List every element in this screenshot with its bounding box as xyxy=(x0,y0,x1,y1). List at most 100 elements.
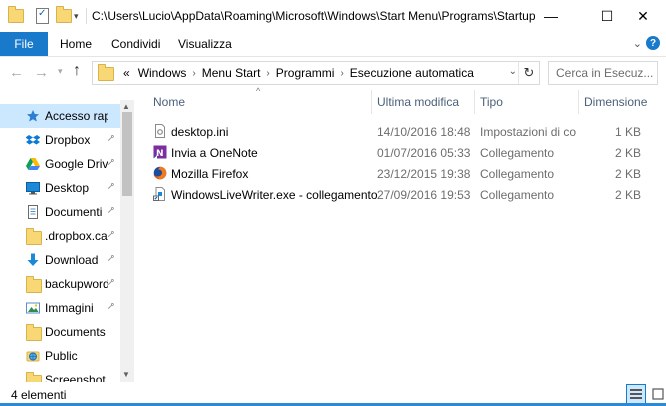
breadcrumb-separator-icon[interactable]: › xyxy=(340,68,343,79)
sidebar-item-label: Immagini xyxy=(45,301,94,315)
forward-arrow-icon[interactable]: → xyxy=(34,64,49,81)
file-modified: 01/07/2016 05:33 xyxy=(377,146,471,160)
file-row[interactable]: WindowsLiveWriter.exe - collegamento 27/0… xyxy=(150,184,646,205)
breadcrumb-esecuzione-automatica[interactable]: Esecuzione automatica xyxy=(350,66,474,80)
desktop-icon xyxy=(26,181,40,195)
download-icon xyxy=(26,253,40,267)
sidebar-item-label: backupwordp xyxy=(45,277,108,291)
sidebar-item[interactable]: Download ⊸ xyxy=(0,248,120,272)
file-name: Invia a OneNote xyxy=(171,146,258,160)
sidebar-scroll-thumb[interactable] xyxy=(122,112,132,196)
sidebar-item-label: Screenshot xyxy=(45,373,106,382)
tab-visualizza[interactable]: Visualizza xyxy=(178,32,232,56)
onenote-icon: N xyxy=(153,145,167,159)
search-placeholder: Cerca in Esecuz... xyxy=(556,66,654,80)
minimize-button[interactable]: — xyxy=(528,0,574,32)
close-button[interactable]: ✕ xyxy=(620,0,666,32)
sidebar-item[interactable]: Dropbox ⊸ xyxy=(0,128,120,152)
file-row[interactable]: desktop.ini 14/10/2016 18:48 Impostazioni … xyxy=(150,121,646,142)
file-type: Collegamento xyxy=(480,188,555,202)
documents-icon xyxy=(26,205,40,219)
folder-icon xyxy=(26,276,42,293)
window-title: C:\Users\Lucio\AppData\Roaming\Microsoft… xyxy=(92,9,536,23)
svg-text:N: N xyxy=(156,149,164,159)
sidebar-item-label: Google Drive xyxy=(45,157,108,171)
column-type[interactable]: Tipo xyxy=(480,95,503,113)
recent-locations-icon[interactable]: ▾ xyxy=(58,66,63,77)
sidebar-item[interactable]: Documenti ⊸ xyxy=(0,200,120,224)
customize-toolbar-icon[interactable]: ▾ xyxy=(74,6,79,26)
sidebar-item-label: Documenti xyxy=(45,205,103,219)
breadcrumb-programmi[interactable]: Programmi xyxy=(276,66,335,80)
file-size: 2 KB xyxy=(614,146,641,160)
window-folder-icon xyxy=(8,6,24,26)
column-modified[interactable]: Ultima modifica xyxy=(377,95,459,113)
file-size: 1 KB xyxy=(614,125,641,139)
folder-icon xyxy=(26,372,42,382)
expand-ribbon-icon[interactable]: ⌄ xyxy=(633,37,642,50)
search-input[interactable]: Cerca in Esecuz... xyxy=(548,61,658,85)
sidebar-item[interactable]: backupwordp⊸ xyxy=(0,272,120,296)
firefox-icon xyxy=(153,166,167,180)
settings-file-icon xyxy=(153,124,167,138)
titlebar-divider xyxy=(86,8,87,24)
help-icon[interactable]: ? xyxy=(646,36,660,50)
column-divider[interactable] xyxy=(371,90,372,114)
sidebar-item-label: Documents xyxy=(45,325,106,339)
dropbox-icon xyxy=(25,133,41,147)
folder-icon xyxy=(26,324,42,341)
folder-icon xyxy=(26,228,42,245)
breadcrumb-overflow[interactable]: « xyxy=(123,66,130,80)
large-icons-view-icon xyxy=(652,388,664,400)
breadcrumb-menu-start[interactable]: Menu Start xyxy=(202,66,261,80)
up-arrow-icon[interactable]: ↑ xyxy=(73,62,81,80)
sidebar-item[interactable]: Accesso rapido xyxy=(0,104,120,128)
file-modified: 23/12/2015 19:38 xyxy=(377,167,471,181)
column-size[interactable]: Dimensione xyxy=(584,95,647,113)
properties-icon[interactable] xyxy=(36,6,49,26)
sidebar-item[interactable]: Google Drive⊸ xyxy=(0,152,120,176)
item-count: 4 elementi xyxy=(11,388,67,402)
file-name: WindowsLiveWriter.exe - collegamento xyxy=(171,188,378,202)
tab-condividi[interactable]: Condividi xyxy=(111,32,160,56)
details-view-button[interactable] xyxy=(626,384,646,404)
sidebar-item-label: .dropbox.cach xyxy=(45,229,108,243)
breadcrumb-separator-icon[interactable]: › xyxy=(266,68,269,79)
large-icons-view-button[interactable] xyxy=(648,384,666,404)
file-type: Collegamento xyxy=(480,167,555,181)
back-arrow-icon[interactable]: ← xyxy=(9,64,24,81)
address-bar[interactable]: « Windows › Menu Start › Programmi › Ese… xyxy=(92,61,540,85)
address-history-icon[interactable]: ⌄ xyxy=(509,66,517,77)
sidebar-item[interactable]: Desktop ⊸ xyxy=(0,176,120,200)
file-row[interactable]: Mozilla Firefox 23/12/2015 19:38 Collegame… xyxy=(150,163,646,184)
sidebar-item[interactable]: Public xyxy=(0,344,120,368)
column-divider[interactable] xyxy=(578,90,579,114)
breadcrumb-separator-icon[interactable]: › xyxy=(192,68,195,79)
scroll-down-icon[interactable]: ▼ xyxy=(122,370,130,379)
sidebar-item[interactable]: .dropbox.cach⊸ xyxy=(0,224,120,248)
file-type: Collegamento xyxy=(480,146,555,160)
file-modified: 14/10/2016 18:48 xyxy=(377,125,471,139)
file-modified: 27/09/2016 19:53 xyxy=(377,188,471,202)
address-folder-icon xyxy=(98,64,114,81)
column-name[interactable]: Nome xyxy=(153,95,185,113)
sidebar-item[interactable]: Documents xyxy=(0,320,120,344)
file-name: Mozilla Firefox xyxy=(171,167,249,181)
column-divider[interactable] xyxy=(474,90,475,114)
tab-home[interactable]: Home xyxy=(60,32,92,56)
file-row[interactable]: N Invia a OneNote 01/07/2016 05:33 Collegam… xyxy=(150,142,646,163)
navigation-pane: Accesso rapidoDropbox⊸Google Drive⊸Deskt… xyxy=(0,100,120,382)
sidebar-item[interactable]: Immagini ⊸ xyxy=(0,296,120,320)
pictures-icon xyxy=(26,301,40,315)
file-size: 2 KB xyxy=(614,188,641,202)
breadcrumb-windows[interactable]: Windows xyxy=(138,66,187,80)
new-folder-icon[interactable] xyxy=(56,6,72,26)
sidebar-item[interactable]: Screenshot xyxy=(0,368,120,382)
shortcut-icon xyxy=(153,187,167,201)
scroll-up-icon[interactable]: ▲ xyxy=(122,102,130,111)
file-name: desktop.ini xyxy=(171,125,229,139)
sidebar-item-label: Download xyxy=(45,253,99,267)
breadcrumb: « Windows › Menu Start › Programmi › Ese… xyxy=(123,66,474,80)
refresh-icon[interactable]: ↻ xyxy=(518,62,539,84)
tab-file[interactable]: File xyxy=(0,32,48,56)
